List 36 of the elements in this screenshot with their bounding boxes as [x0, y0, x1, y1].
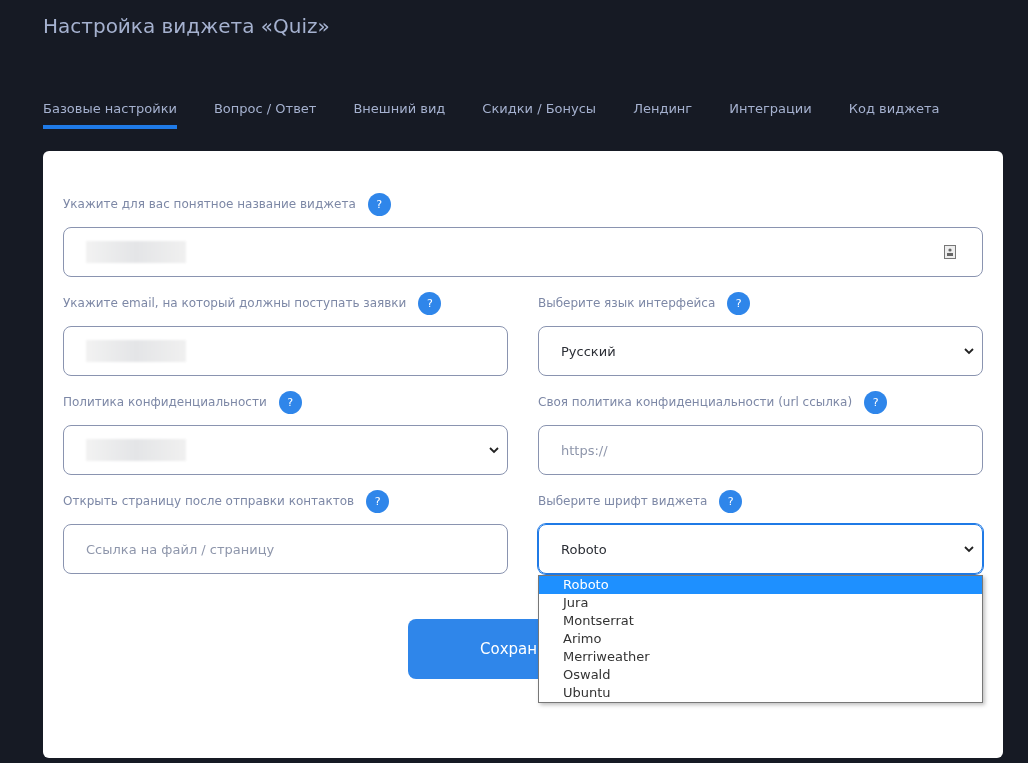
- tab[interactable]: Код виджета: [848, 90, 940, 129]
- field-label: Укажите для вас понятное название виджета: [63, 197, 356, 211]
- help-button[interactable]: ?: [864, 390, 888, 414]
- dropdown-option[interactable]: Merriweather: [539, 648, 982, 666]
- help-button[interactable]: ?: [727, 291, 751, 315]
- field-label: Выберите шрифт виджета: [538, 494, 708, 508]
- page-title: Настройка виджета «Quiz»: [43, 13, 331, 40]
- chevron-down-icon: [489, 446, 499, 454]
- tab[interactable]: Базовые настройки: [43, 90, 177, 129]
- dropdown-option[interactable]: Oswald: [539, 666, 982, 684]
- field-label: Своя политика конфиденциальности (url ссылка): [538, 395, 853, 409]
- chevron-down-icon: [964, 545, 974, 553]
- tab[interactable]: Внешний вид: [353, 90, 446, 129]
- dropdown-option[interactable]: Jura: [539, 594, 982, 612]
- help-button[interactable]: ?: [367, 192, 391, 216]
- chevron-down-icon: [964, 347, 974, 355]
- help-button[interactable]: ?: [719, 489, 743, 513]
- help-button[interactable]: ?: [278, 390, 302, 414]
- input-field[interactable]: [63, 326, 508, 376]
- select-field[interactable]: Русский: [538, 326, 983, 376]
- dropdown-option[interactable]: Montserrat: [539, 612, 982, 630]
- select-field[interactable]: [63, 425, 508, 475]
- field-label: Открыть страницу после отправки контактов: [63, 494, 355, 508]
- field-label: Укажите email, на который должны поступать заявки: [63, 296, 407, 310]
- tab[interactable]: Скидки / Бонусы: [482, 90, 597, 129]
- help-button[interactable]: ?: [366, 489, 390, 513]
- field-label: Выберите язык интерфейса: [538, 296, 716, 310]
- dropdown-option[interactable]: Ubuntu: [539, 684, 982, 702]
- input-field[interactable]: [63, 227, 983, 277]
- tab[interactable]: Интеграции: [729, 90, 812, 129]
- help-button[interactable]: ?: [418, 291, 442, 315]
- field-label: Политика конфиденциальности: [63, 395, 267, 409]
- tab[interactable]: Лендинг: [633, 90, 693, 129]
- dropdown-option[interactable]: Arimo: [539, 630, 982, 648]
- tab[interactable]: Вопрос / Ответ: [213, 90, 317, 129]
- select-field[interactable]: Roboto: [538, 524, 983, 574]
